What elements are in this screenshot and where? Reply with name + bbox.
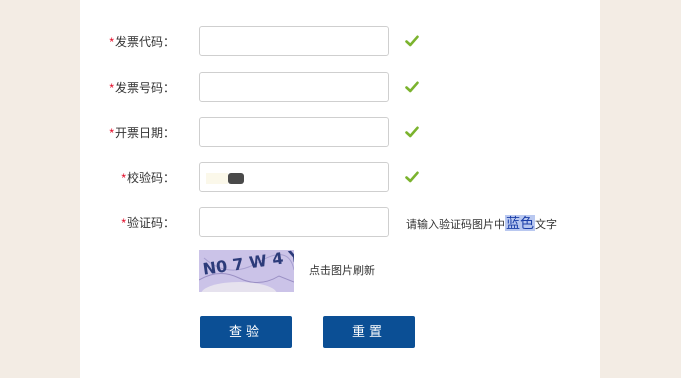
issue-date-row: *开票日期： [80, 117, 600, 149]
invoice-code-input[interactable] [199, 26, 389, 56]
check-code-label: *校验码： [121, 171, 175, 185]
query-button[interactable]: 查验 [200, 316, 292, 348]
invoice-code-row: *发票代码： [80, 26, 600, 58]
issue-date-label: *开票日期： [109, 126, 175, 140]
check-mark-icon [405, 126, 419, 138]
invoice-code-label: *发票代码： [109, 35, 175, 49]
refresh-captcha-link[interactable]: 点击图片刷新 [309, 262, 375, 278]
captcha-color-hint: 请输入验证码图片中蓝色文字 [406, 215, 557, 231]
captcha-graphic: N0 7 W 4 Y [199, 250, 294, 292]
invoice-number-label: *发票号码： [109, 81, 175, 95]
issue-date-input[interactable] [199, 117, 389, 147]
check-mark-icon [405, 171, 419, 183]
invoice-verify-panel: *发票代码： *发票号码： *开票日期： *校验码： *验证码： 请输入验证码图… [80, 0, 600, 378]
check-mark-icon [405, 81, 419, 93]
redacted-value-mask [206, 173, 228, 184]
check-mark-icon [405, 35, 419, 47]
captcha-image[interactable]: N0 7 W 4 Y [199, 250, 294, 292]
reset-button[interactable]: 重置 [323, 316, 415, 348]
redacted-value-mask [228, 173, 244, 184]
verification-code-row: *验证码： 请输入验证码图片中蓝色文字 [80, 207, 600, 239]
invoice-number-row: *发票号码： [80, 72, 600, 104]
invoice-number-input[interactable] [199, 72, 389, 102]
verification-code-label: *验证码： [121, 216, 175, 230]
check-code-row: *校验码： [80, 162, 600, 194]
verification-code-input[interactable] [199, 207, 389, 237]
